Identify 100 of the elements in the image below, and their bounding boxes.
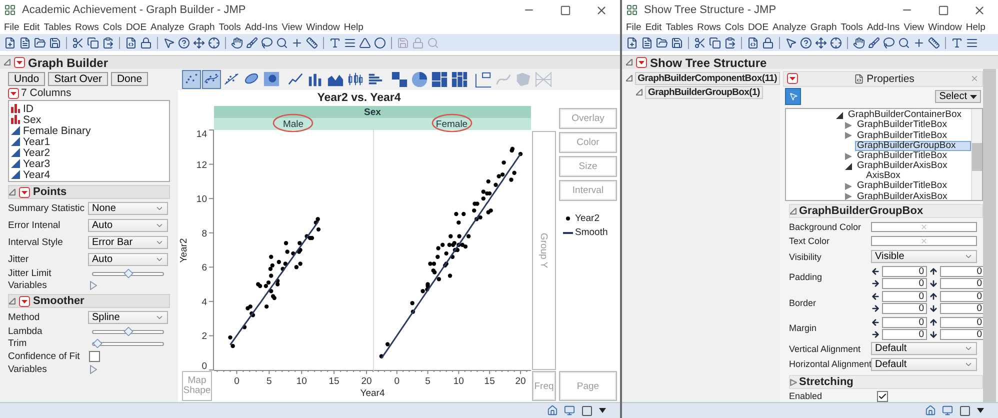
select-button[interactable]: Select — [935, 90, 981, 104]
menu-item[interactable]: Analyze — [148, 22, 186, 32]
tree-item[interactable]: GraphBuilderTitleBox — [855, 120, 949, 131]
column-item[interactable]: Year1 — [23, 136, 50, 148]
property-label: Text Color — [789, 236, 831, 246]
menu-item[interactable]: View — [280, 22, 304, 32]
column-item[interactable]: Sex — [23, 114, 42, 126]
menu-item[interactable]: File — [2, 22, 22, 32]
column-item[interactable]: ID — [23, 102, 34, 114]
tree-item[interactable]: GraphBuilderTitleBox — [855, 181, 949, 192]
menu-item[interactable]: Analyze — [770, 22, 808, 32]
number-field[interactable]: 0 — [882, 291, 927, 302]
action-button[interactable]: Undo — [8, 72, 46, 86]
tick-label: 20 — [515, 376, 526, 387]
setting-label: Confidence of Fit — [8, 351, 81, 362]
menu-item[interactable]: Cols — [722, 22, 746, 32]
property-label: Background Color — [789, 222, 862, 232]
tree-node[interactable]: GraphBuilderComponentBox(11) — [634, 72, 780, 85]
dropdown[interactable]: Default — [871, 358, 977, 371]
column-item[interactable]: Female Binary — [23, 124, 91, 136]
menu-item[interactable]: Rows — [695, 22, 723, 32]
menu-item[interactable]: Rows — [73, 22, 101, 32]
tree-item[interactable]: GraphBuilderAxisBox — [855, 192, 950, 200]
dropdown[interactable]: Visible — [871, 250, 977, 264]
group-label: Male — [282, 118, 304, 130]
tree-item[interactable]: GraphBuilderGroupBox — [855, 140, 971, 152]
report-title: Show Tree Structure — [650, 56, 767, 70]
tick-label: 2 — [202, 331, 207, 342]
action-button[interactable]: Done — [110, 72, 148, 86]
number-field[interactable]: 0 — [882, 278, 927, 289]
tick-label: 0 — [234, 376, 240, 387]
tick-label: 10 — [453, 376, 464, 387]
tree-item[interactable]: AxisBox — [864, 171, 902, 182]
number-field[interactable]: 0 — [940, 328, 985, 340]
tree-item[interactable]: GraphBuilderContainerBox — [846, 110, 964, 121]
menu-item[interactable]: Window — [304, 22, 342, 32]
tick-label: 20 — [361, 376, 372, 387]
tick-label: 15 — [484, 376, 495, 387]
setting-label: Variables — [8, 280, 48, 291]
dropdown[interactable]: None — [88, 202, 168, 214]
property-label: Visibility — [789, 252, 822, 262]
column-item[interactable]: Year4 — [23, 168, 50, 180]
number-field[interactable]: 0 — [882, 266, 927, 277]
column-item[interactable]: Year2 — [23, 146, 50, 158]
property-label: Vertical Alignment — [789, 344, 862, 354]
menu-item[interactable]: Add-Ins — [242, 22, 280, 32]
menu-item[interactable]: Tables — [664, 22, 696, 32]
tick-label: 10 — [196, 194, 207, 206]
dropdown[interactable]: Spline — [88, 310, 168, 324]
section-title: Points — [33, 186, 67, 198]
tree-item[interactable]: GraphBuilderTitleBox — [855, 150, 949, 162]
dropdown[interactable]: Error Bar — [88, 236, 168, 248]
menu-item[interactable]: DOE — [746, 22, 771, 32]
dropdown[interactable]: Auto — [88, 252, 168, 266]
menu-item[interactable]: Add-Ins — [864, 22, 902, 32]
menu-item[interactable]: Tools — [838, 22, 865, 32]
property-label: Border — [789, 298, 818, 308]
menu-item[interactable]: Graph — [186, 22, 217, 32]
menu-item[interactable]: Edit — [643, 22, 664, 32]
tick-label: 4 — [202, 296, 207, 308]
dropdown[interactable]: Auto — [88, 218, 168, 232]
dropdown[interactable]: Default — [871, 342, 977, 356]
number-field[interactable]: 0 — [882, 316, 927, 328]
menu-item[interactable]: Tools — [216, 22, 243, 32]
tree-node[interactable]: GraphBuilderGroupBox(1) — [645, 86, 763, 99]
number-field[interactable]: 0 — [940, 266, 985, 277]
report-title: Graph Builder — [28, 56, 108, 70]
tree-item[interactable]: GraphBuilderAxisBox — [855, 161, 950, 172]
menu-item[interactable]: File — [624, 22, 644, 32]
number-field[interactable]: 0 — [940, 291, 985, 302]
number-field[interactable]: 0 — [882, 328, 927, 340]
menu-item[interactable]: Graph — [808, 22, 839, 32]
setting-label: Variables — [8, 364, 48, 375]
number-field[interactable]: 0 — [882, 303, 927, 314]
section-title: GraphBuilderGroupBox — [799, 205, 924, 218]
tree-item[interactable]: GraphBuilderTitleBox — [855, 130, 949, 142]
column-item[interactable]: Year3 — [23, 158, 50, 170]
number-field[interactable]: 0 — [940, 303, 985, 314]
setting-label: Summary Statistic — [8, 202, 86, 214]
y-axis-label: Year2 — [178, 238, 190, 262]
menu-item[interactable]: View — [902, 22, 926, 32]
section-title: Stretching — [799, 376, 854, 388]
setting-label: Error Intenal — [8, 220, 62, 230]
menu-item[interactable]: Window — [926, 22, 964, 32]
menu-item[interactable]: Cols — [100, 22, 124, 32]
tick-label: 14 — [196, 129, 207, 140]
graph-title: Year2 vs. Year4 — [317, 92, 401, 104]
action-button[interactable]: Start Over — [48, 72, 108, 86]
setting-label: Jitter Limit — [8, 268, 52, 279]
tick-label: 5 — [425, 376, 430, 387]
menu-item[interactable]: Tables — [42, 22, 74, 32]
menu-item[interactable]: Help — [342, 22, 366, 32]
menu-item[interactable]: Edit — [21, 22, 42, 32]
number-field[interactable]: 0 — [940, 316, 985, 328]
section-title: Smoother — [33, 295, 84, 307]
number-field[interactable]: 0 — [940, 278, 985, 289]
menu-item[interactable]: DOE — [124, 22, 149, 32]
tick-label: 10 — [296, 376, 307, 387]
menu-item[interactable]: Help — [964, 22, 988, 32]
setting-label: Trim — [8, 338, 28, 349]
